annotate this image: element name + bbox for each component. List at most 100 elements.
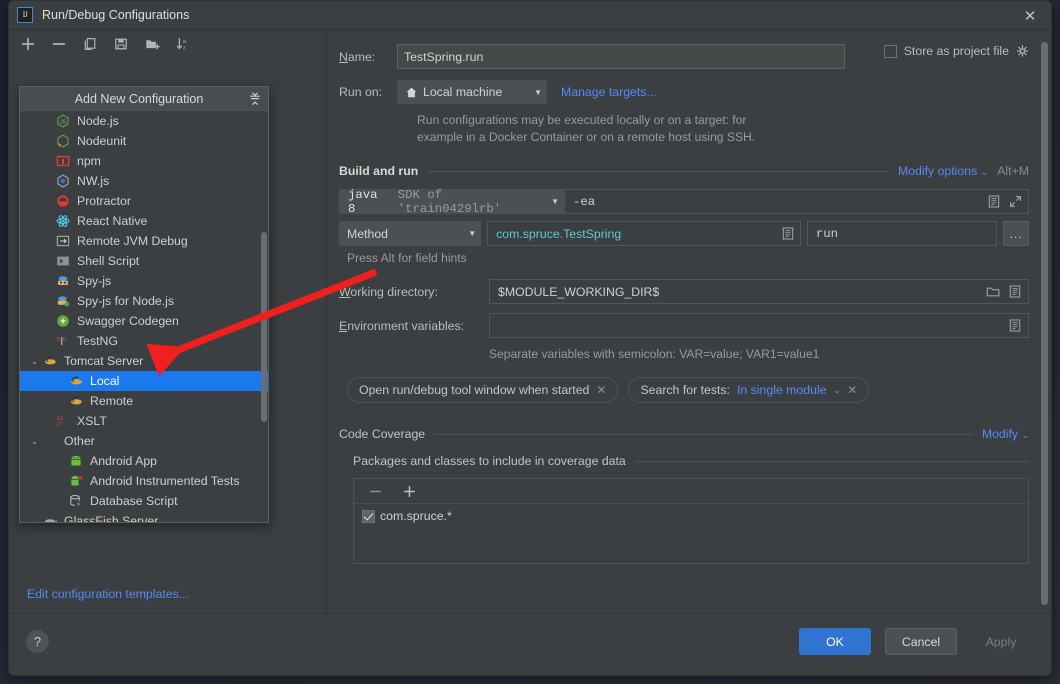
configuration-type-item[interactable]: Protractor — [20, 191, 268, 211]
vm-options-input[interactable]: -ea — [565, 189, 1029, 214]
coverage-packages-header: Packages and classes to include in cover… — [353, 454, 1029, 468]
working-directory-input[interactable]: $MODULE_WORKING_DIR$ — [489, 279, 1029, 304]
environment-variables-row: Environment variables: — [339, 313, 1029, 338]
configuration-type-item[interactable]: React Native — [20, 211, 268, 231]
manage-targets-link[interactable]: Manage targets... — [561, 85, 657, 99]
configuration-type-item[interactable]: Spy-js for Node.js — [20, 291, 268, 311]
configuration-type-item[interactable]: ⌄ Tomcat Server — [20, 351, 268, 371]
vm-options-value: -ea — [573, 194, 596, 209]
run-on-label: Run on: — [339, 85, 383, 99]
target-selection-row: Method ▼ com.spruce.TestSpring run ... — [339, 221, 1029, 246]
configuration-type-item[interactable]: NW.js — [20, 171, 268, 191]
close-icon[interactable]: ✕ — [1015, 4, 1045, 28]
close-icon[interactable]: ✕ — [847, 383, 857, 397]
modify-options-link[interactable]: Modify options ⌄ — [898, 164, 988, 178]
chevron-down-icon[interactable]: ⌄ — [834, 386, 841, 395]
configuration-type-label: Remote — [90, 394, 134, 408]
store-as-project-file-toggle[interactable]: Store as project file — [883, 44, 1029, 58]
save-icon[interactable] — [111, 34, 131, 54]
folder-icon[interactable] — [986, 285, 1000, 298]
coverage-packages-panel: com.spruce.* — [353, 478, 1029, 564]
edit-configuration-templates-link[interactable]: Edit configuration templates... — [27, 587, 189, 601]
environment-variables-input[interactable] — [489, 313, 1029, 338]
class-input[interactable]: com.spruce.TestSpring — [487, 221, 801, 246]
macro-icon[interactable] — [1009, 285, 1021, 298]
configuration-type-item-selected[interactable]: Local — [20, 371, 268, 391]
environment-variables-hint: Separate variables with semicolon: VAR=v… — [489, 347, 820, 361]
configuration-type-label: Protractor — [77, 194, 131, 208]
chevron-down-icon[interactable]: ⌄ — [28, 517, 41, 523]
xslt-icon: XS LT — [54, 414, 72, 428]
run-debug-configurations-dialog: IJ Run/Debug Configurations ✕ a z Add Ne… — [8, 0, 1052, 676]
option-chip-value[interactable]: In single module — [737, 383, 827, 397]
configuration-type-label: Remote JVM Debug — [77, 234, 188, 248]
build-and-run-section-header: Build and run Modify options ⌄ Alt+M — [339, 164, 1029, 178]
configuration-type-item[interactable]: Nodeunit — [20, 131, 268, 151]
code-coverage-section-header: Code Coverage Modify ⌄ — [339, 427, 1029, 441]
options-chips-row: Open run/debug tool window when started ✕… — [339, 377, 1029, 403]
add-configuration-button[interactable] — [18, 34, 38, 54]
macro-icon[interactable] — [1009, 319, 1021, 332]
run-on-target-dropdown[interactable]: Local machine ▼ — [397, 80, 547, 104]
configuration-type-item[interactable]: JS Node.js — [20, 111, 268, 131]
editor-scrollbar[interactable] — [1041, 42, 1048, 605]
configuration-type-item[interactable]: Shell Script — [20, 251, 268, 271]
copy-icon[interactable] — [80, 34, 100, 54]
target-kind-value: Method — [347, 226, 389, 241]
close-icon[interactable]: ✕ — [596, 383, 606, 397]
code-coverage-title: Code Coverage — [339, 427, 426, 441]
expand-icon[interactable] — [1009, 195, 1022, 208]
configuration-type-item[interactable]: Database Script — [20, 491, 268, 511]
remove-configuration-button[interactable] — [49, 34, 69, 54]
configuration-type-item[interactable]: Android Instrumented Tests — [20, 471, 268, 491]
svg-text:LT: LT — [57, 422, 62, 428]
cancel-button[interactable]: Cancel — [885, 628, 957, 655]
configuration-type-item[interactable]: npm — [20, 151, 268, 171]
android-icon — [67, 454, 85, 468]
popup-scrollbar[interactable] — [261, 232, 267, 422]
option-chip-label: Open run/debug tool window when started — [359, 383, 590, 397]
configuration-type-label: Android App — [90, 454, 158, 468]
target-kind-dropdown[interactable]: Method ▼ — [339, 221, 482, 246]
configuration-type-item[interactable]: Remote JVM Debug — [20, 231, 268, 251]
configuration-type-label: Database Script — [90, 494, 178, 508]
configuration-type-item[interactable]: ⌄ Other — [20, 431, 268, 451]
chevron-down-icon[interactable]: ⌄ — [28, 437, 41, 446]
sort-alpha-icon[interactable]: a z — [173, 34, 193, 54]
configuration-type-item[interactable]: Spy-js — [20, 271, 268, 291]
option-chip[interactable]: Open run/debug tool window when started ✕ — [347, 377, 619, 403]
store-as-project-file-checkbox[interactable] — [883, 44, 897, 58]
macro-icon[interactable] — [988, 195, 1000, 208]
configuration-type-item[interactable]: XS LT XSLT — [20, 411, 268, 431]
configuration-type-label: Spy-js — [77, 274, 112, 288]
add-coverage-entry-button[interactable] — [399, 481, 419, 501]
configuration-type-item[interactable]: N G TestNG — [20, 331, 268, 351]
help-button[interactable]: ? — [26, 630, 49, 653]
remove-coverage-entry-button[interactable] — [365, 481, 385, 501]
svg-text:G: G — [63, 337, 67, 343]
configuration-type-list[interactable]: JS Node.js Nodeunit npm NW.js Protractor React… — [20, 111, 268, 522]
configuration-type-item[interactable]: ⌄ GlassFish Server — [20, 511, 268, 522]
method-input[interactable]: run — [806, 221, 998, 246]
option-chip-label: Search for tests: — [640, 383, 730, 397]
jre-dropdown[interactable]: java 8 SDK of 'train0429lrb' ▼ — [339, 188, 565, 216]
macro-icon[interactable] — [782, 227, 794, 240]
ok-button[interactable]: OK — [799, 628, 871, 655]
option-chip[interactable]: Search for tests: In single module ⌄ ✕ — [628, 377, 870, 403]
folder-add-icon[interactable] — [142, 34, 162, 54]
name-input[interactable]: TestSpring.run — [397, 44, 845, 69]
configuration-type-item[interactable]: Swagger Codegen — [20, 311, 268, 331]
run-on-hint-line2: example in a Docker Container or on a re… — [417, 130, 756, 144]
configuration-type-item[interactable]: Remote — [20, 391, 268, 411]
chevron-down-icon[interactable]: ⌄ — [28, 357, 41, 366]
gear-icon[interactable] — [1016, 44, 1029, 58]
coverage-entry-checkbox[interactable] — [362, 509, 375, 523]
configuration-type-item[interactable]: Android App — [20, 451, 268, 471]
environment-variables-label: Environment variables: — [339, 318, 465, 333]
database-icon — [67, 494, 85, 508]
coverage-entry-row[interactable]: com.spruce.* — [354, 504, 1028, 523]
popup-header: Add New Configuration — [20, 87, 268, 111]
coverage-modify-link[interactable]: Modify ⌄ — [982, 427, 1029, 441]
collapse-all-icon[interactable] — [248, 92, 262, 106]
browse-method-button[interactable]: ... — [1003, 221, 1029, 246]
